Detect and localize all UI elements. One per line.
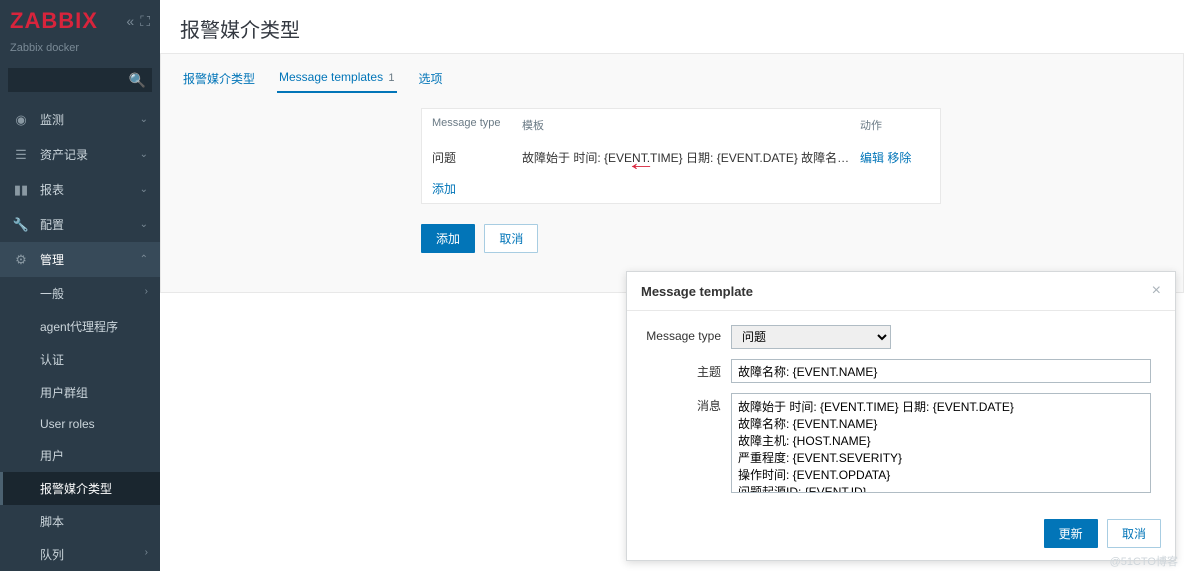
nav-configuration[interactable]: 🔧 配置 ⌄ [0, 207, 160, 242]
textarea-message[interactable] [731, 393, 1151, 493]
update-button[interactable]: 更新 [1044, 519, 1098, 548]
col-message-type: Message type [432, 117, 522, 133]
cancel-button[interactable]: 取消 [484, 224, 538, 253]
chevron-down-icon: ⌄ [140, 219, 148, 230]
nav-administration[interactable]: ⚙ 管理 ⌃ [0, 242, 160, 277]
collapse-icon: « [126, 13, 134, 30]
wrench-icon: 🔧 [12, 217, 30, 233]
sub-user-groups[interactable]: 用户群组 [0, 376, 160, 409]
form-area: Message type 模板 动作 问题 故障始于 时间: {EVENT.TI… [421, 108, 1163, 253]
form-buttons: 添加 取消 [421, 224, 1163, 253]
chevron-right-icon: › [145, 547, 148, 558]
tabs: 报警媒介类型 Message templates 1 选项 [181, 64, 1163, 94]
nav-monitoring[interactable]: ◉ 监测 ⌄ [0, 102, 160, 137]
select-message-type[interactable]: 问题 [731, 325, 891, 349]
add-template-link[interactable]: 添加 [422, 174, 466, 203]
nav-label: 报表 [40, 181, 64, 198]
chevron-down-icon: ⌄ [140, 184, 148, 195]
sub-queue[interactable]: 队列› [0, 538, 160, 571]
sub-proxies[interactable]: agent代理程序 [0, 310, 160, 343]
label-message: 消息 [641, 393, 731, 493]
eye-icon: ◉ [12, 112, 30, 128]
sidebar-collapse[interactable]: « ⛶ [126, 13, 150, 30]
logo-row: ZABBIX « ⛶ [0, 0, 160, 42]
remove-link[interactable]: 移除 [887, 151, 911, 165]
sub-scripts[interactable]: 脚本 [0, 505, 160, 538]
page-title: 报警媒介类型 [160, 0, 1184, 53]
cell-template: 故障始于 时间: {EVENT.TIME} 日期: {EVENT.DATE} 故… [522, 149, 860, 166]
tab-message-templates[interactable]: Message templates 1 [277, 64, 397, 93]
nav-label: 管理 [40, 251, 64, 268]
nav-label: 配置 [40, 216, 64, 233]
brand-subtitle: Zabbix docker [0, 42, 160, 62]
input-subject[interactable] [731, 359, 1151, 383]
message-templates-table: Message type 模板 动作 问题 故障始于 时间: {EVENT.TI… [421, 108, 941, 204]
nav-inventory[interactable]: ☰ 资产记录 ⌄ [0, 137, 160, 172]
chart-icon: ▮▮ [12, 182, 30, 198]
field-subject: 主题 [641, 359, 1161, 383]
chevron-up-icon: ⌃ [140, 254, 148, 265]
col-action: 动作 [860, 117, 930, 133]
nav-reports[interactable]: ▮▮ 报表 ⌄ [0, 172, 160, 207]
table-row: 问题 故障始于 时间: {EVENT.TIME} 日期: {EVENT.DATE… [422, 141, 940, 174]
label-subject: 主题 [641, 359, 731, 383]
main-area: 报警媒介类型 报警媒介类型 Message templates 1 选项 Mes… [160, 0, 1184, 571]
sub-user-roles[interactable]: User roles [0, 409, 160, 439]
field-message: 消息 [641, 393, 1161, 493]
label-message-type: Message type [641, 325, 731, 349]
chevron-down-icon: ⌄ [140, 114, 148, 125]
annotation-arrow-icon: ← [626, 150, 657, 176]
modal-header: Message template × [627, 272, 1175, 311]
chevron-right-icon: › [145, 286, 148, 297]
tab-options[interactable]: 选项 [417, 64, 445, 93]
list-icon: ☰ [12, 147, 30, 163]
sub-media-types[interactable]: 报警媒介类型 [0, 472, 160, 505]
cell-message-type: 问题 [432, 149, 522, 166]
modal-cancel-button[interactable]: 取消 [1107, 519, 1161, 548]
expand-icon: ⛶ [140, 13, 150, 30]
edit-link[interactable]: 编辑 [860, 151, 884, 165]
tab-label: Message templates [279, 70, 383, 84]
search-box: 🔍 [8, 68, 152, 92]
sidebar: ZABBIX « ⛶ Zabbix docker 🔍 ◉ 监测 ⌄ ☰ 资产记录… [0, 0, 160, 571]
sub-general[interactable]: 一般› [0, 277, 160, 310]
table-header: Message type 模板 动作 [422, 109, 940, 141]
nav-label: 监测 [40, 111, 64, 128]
tab-count: 1 [388, 72, 394, 84]
message-template-modal: Message template × Message type 问题 主题 消息… [626, 271, 1176, 561]
modal-body: Message type 问题 主题 消息 [627, 311, 1175, 511]
tab-media-type[interactable]: 报警媒介类型 [181, 64, 257, 93]
content-block: 报警媒介类型 Message templates 1 选项 Message ty… [160, 53, 1184, 293]
gear-icon: ⚙ [12, 252, 30, 268]
cell-actions: 编辑 移除 [860, 149, 930, 166]
modal-title: Message template [641, 284, 753, 299]
field-message-type: Message type 问题 [641, 325, 1161, 349]
close-icon[interactable]: × [1152, 282, 1161, 300]
sub-users[interactable]: 用户 [0, 439, 160, 472]
brand-logo: ZABBIX [10, 8, 98, 34]
modal-footer: 更新 取消 [627, 511, 1175, 560]
sub-authentication[interactable]: 认证 [0, 343, 160, 376]
chevron-down-icon: ⌄ [140, 149, 148, 160]
search-icon[interactable]: 🔍 [129, 72, 146, 89]
add-button[interactable]: 添加 [421, 224, 475, 253]
col-template: 模板 [522, 117, 860, 133]
nav-label: 资产记录 [40, 146, 88, 163]
watermark: @51CTO博客 [1110, 553, 1178, 569]
